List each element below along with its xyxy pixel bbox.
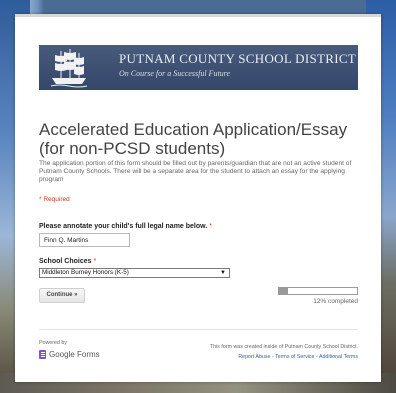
footer-divider	[39, 329, 358, 330]
school-choices-label: School Choices *	[39, 258, 96, 265]
continue-button[interactable]: Continue »	[39, 288, 85, 303]
district-tagline: On Course for a Successful Future	[119, 69, 231, 78]
progress-bar	[278, 287, 358, 295]
powered-by-label: Powered by	[39, 340, 67, 346]
google-forms-icon	[39, 350, 46, 359]
child-name-label-text: Please annotate your child's full legal …	[39, 223, 208, 230]
child-name-input[interactable]	[39, 233, 130, 247]
school-choices-label-text: School Choices	[39, 258, 92, 265]
ship-logo-icon	[50, 49, 88, 88]
footer-links: Report Abuse - Terms of Service - Additi…	[238, 354, 358, 360]
required-marker: *	[93, 258, 97, 265]
district-banner: PUTNAM COUNTY SCHOOL DISTRICT On Course …	[39, 45, 358, 90]
form-created-note: This form was created inside of Putnam C…	[209, 344, 358, 350]
required-marker: *	[209, 223, 212, 230]
form-description: The application portion of this form sho…	[39, 160, 352, 183]
progress-text: 12% completed	[313, 298, 358, 305]
form-card: PUTNAM COUNTY SCHOOL DISTRICT On Course …	[15, 14, 381, 382]
google-forms-logo[interactable]: Google Forms	[39, 349, 100, 360]
school-choices-selected: Middleton Burney Honors (K-5)	[42, 269, 129, 276]
report-abuse-link[interactable]: Report Abuse	[238, 354, 270, 360]
progress-bar-fill	[279, 288, 289, 294]
form-title: Accelerated Education Application/Essay …	[39, 120, 348, 158]
child-name-label: Please annotate your child's full legal …	[39, 223, 212, 230]
dropdown-arrow-icon: ▼	[220, 270, 226, 276]
google-forms-text: Google Forms	[49, 350, 100, 359]
required-note: * Required	[39, 196, 70, 203]
additional-terms-link[interactable]: Additional Terms	[319, 354, 358, 360]
terms-of-service-link[interactable]: Terms of Service	[275, 354, 314, 360]
school-choices-select[interactable]: Middleton Burney Honors (K-5) ▼	[39, 268, 230, 278]
district-name: PUTNAM COUNTY SCHOOL DISTRICT	[119, 51, 357, 66]
